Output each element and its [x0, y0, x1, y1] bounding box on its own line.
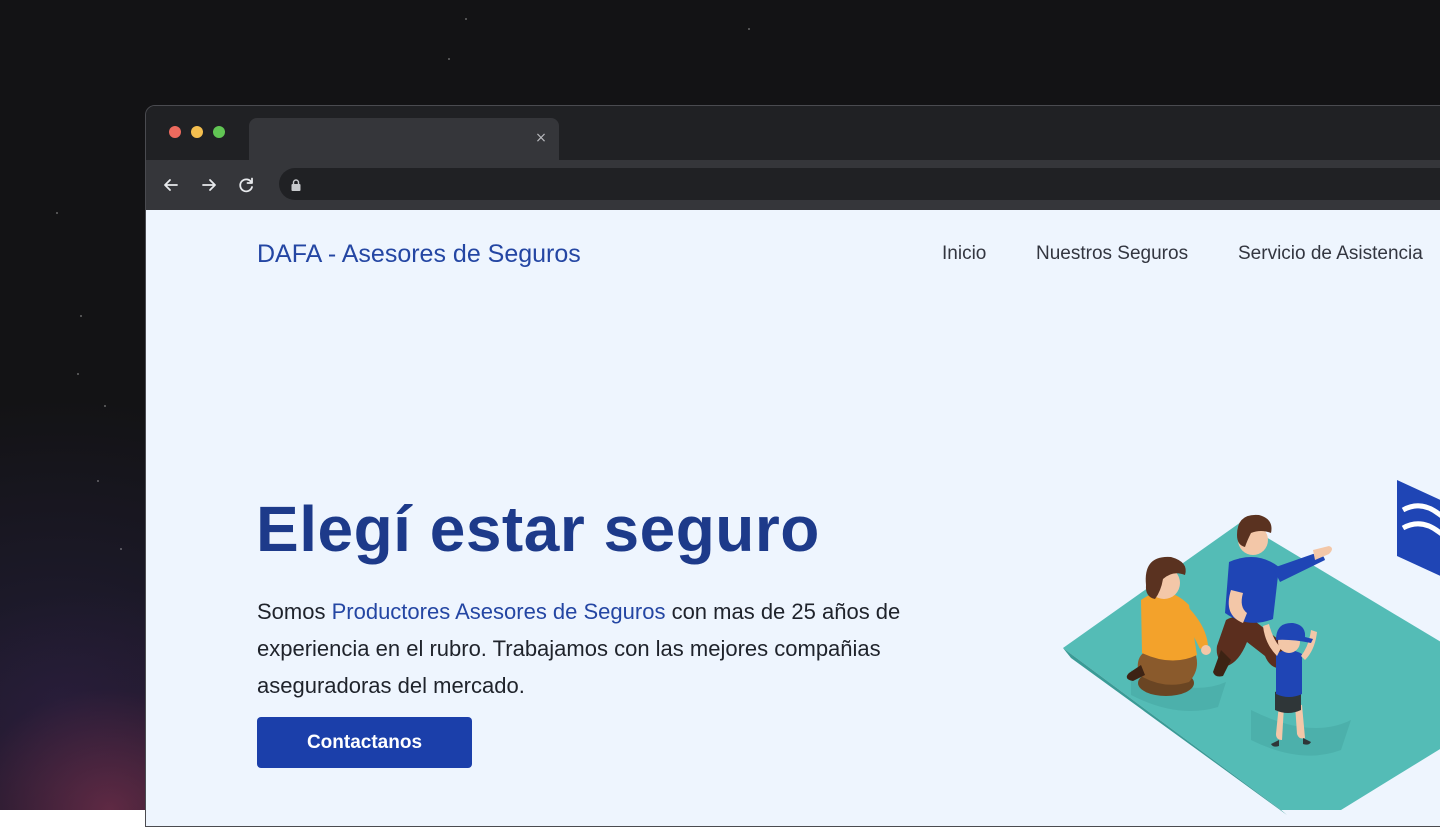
tab-strip: × — [146, 106, 1440, 160]
nav-link-inicio[interactable]: Inicio — [942, 243, 986, 265]
star — [77, 373, 79, 375]
star — [104, 405, 106, 407]
window-maximize-dot[interactable] — [213, 126, 225, 138]
browser-toolbar — [146, 160, 1440, 210]
star — [465, 18, 467, 20]
nav-link-servicio-asistencia[interactable]: Servicio de Asistencia — [1238, 243, 1423, 265]
address-bar[interactable] — [279, 168, 1440, 200]
hero-description: Somos Productores Asesores de Seguros co… — [257, 593, 937, 704]
nav-link-nuestros-seguros[interactable]: Nuestros Seguros — [1036, 243, 1188, 265]
star — [448, 58, 450, 60]
lock-icon — [290, 177, 302, 191]
logo-shape — [1397, 480, 1440, 576]
close-icon[interactable]: × — [533, 130, 549, 146]
star — [80, 315, 82, 317]
browser-window: × DAFA - Asesores de Seguros Inicio Nues… — [145, 105, 1440, 827]
browser-tab[interactable]: × — [249, 118, 559, 160]
forward-arrow-icon[interactable] — [196, 172, 222, 198]
window-minimize-dot[interactable] — [191, 126, 203, 138]
contact-button[interactable]: Contactanos — [257, 717, 472, 768]
site-brand-link[interactable]: DAFA - Asesores de Seguros — [257, 240, 581, 269]
star — [56, 212, 58, 214]
hero-text-highlight: Productores Asesores de Seguros — [331, 599, 666, 624]
star — [97, 480, 99, 482]
back-arrow-icon[interactable] — [158, 172, 184, 198]
reload-icon[interactable] — [233, 172, 259, 198]
window-close-dot[interactable] — [169, 126, 181, 138]
hero-text-start: Somos — [257, 599, 332, 624]
star — [748, 28, 750, 30]
family-illustration — [1063, 480, 1440, 815]
hero-title: Elegí estar seguro — [256, 493, 820, 565]
page-viewport: DAFA - Asesores de Seguros Inicio Nuestr… — [146, 210, 1440, 826]
star — [120, 548, 122, 550]
